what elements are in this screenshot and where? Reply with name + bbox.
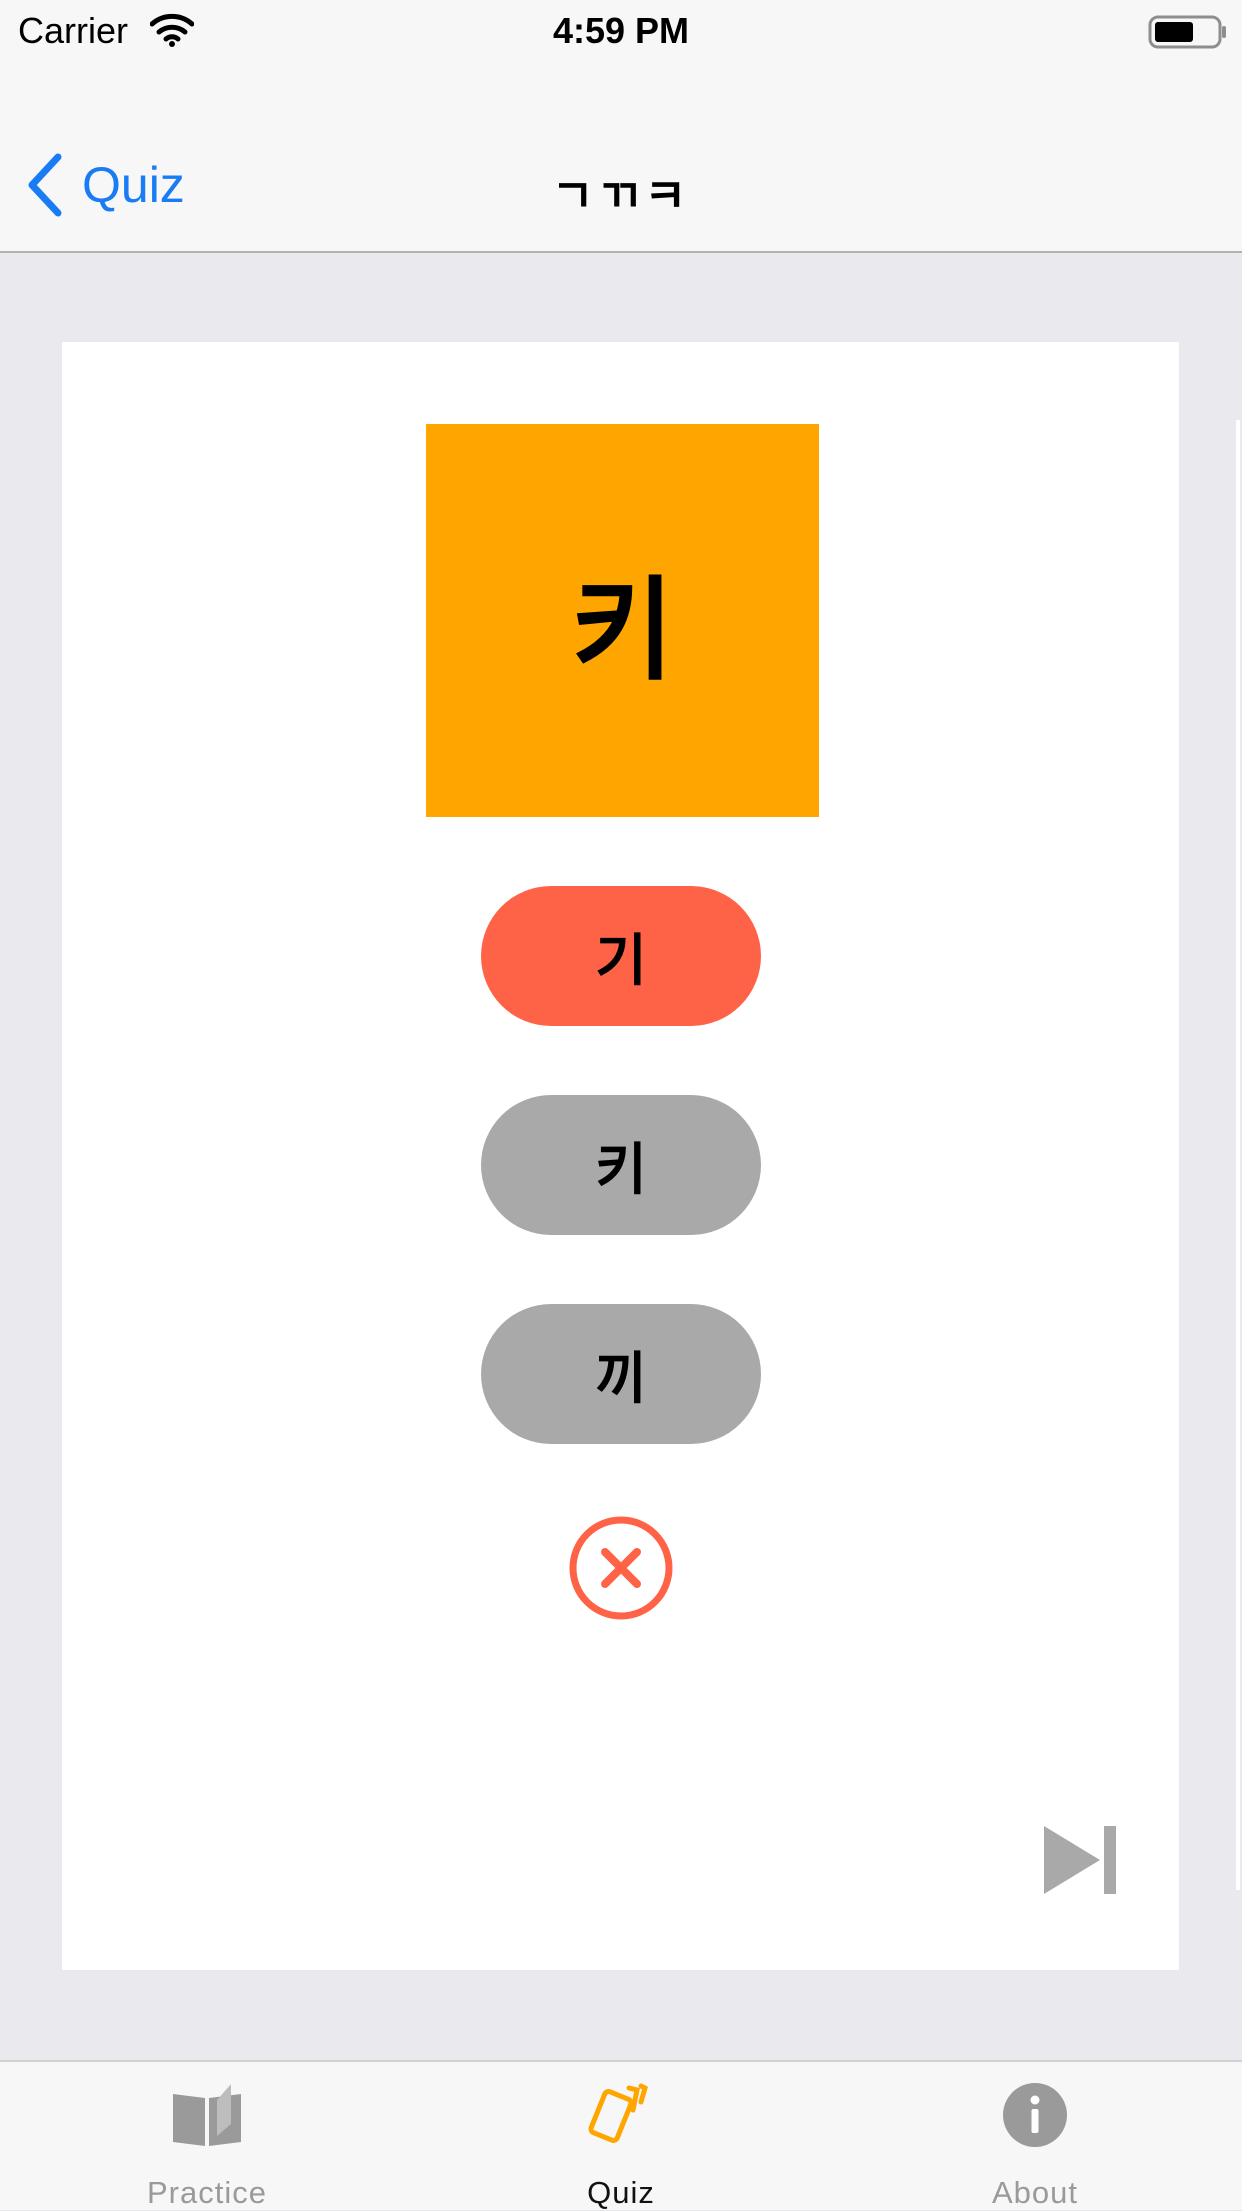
battery-icon [1148,15,1226,49]
quiz-card: 키 기 키 끼 [62,342,1179,1970]
card-edge [1236,420,1240,1890]
tab-about[interactable]: About [828,2062,1242,2210]
tab-label: About [991,2175,1078,2210]
cards-icon [588,2083,648,2143]
tab-label: Practice [147,2175,267,2210]
prompt-letter: 키 [570,565,675,696]
tab-bar: Practice Quiz About [0,2060,1242,2210]
answer-choice-3[interactable]: 끼 [481,1304,761,1444]
page-title: ㄱㄲㅋ [551,170,691,222]
answer-choice-label: 키 [595,1137,647,1203]
answer-choice-1[interactable]: 기 [481,886,761,1026]
tab-label: Quiz [587,2175,655,2210]
tab-quiz[interactable]: Quiz [414,2062,828,2210]
navigation-bar: Quiz ㄱㄲㅋ [0,60,1242,253]
info-icon [1003,2083,1067,2147]
answer-choice-label: 끼 [595,1346,647,1412]
answer-choice-2[interactable]: 키 [481,1095,761,1235]
status-time: 4:59 PM [552,10,690,51]
prompt-letter-tile: 키 [426,424,819,817]
tab-practice[interactable]: Practice [0,2062,414,2210]
x-circle-icon [569,1516,673,1620]
skip-next-icon[interactable] [1042,1822,1118,1898]
status-bar: Carrier 4:59 PM [0,0,1242,60]
answer-choice-label: 기 [595,928,647,994]
book-icon [173,2084,241,2146]
